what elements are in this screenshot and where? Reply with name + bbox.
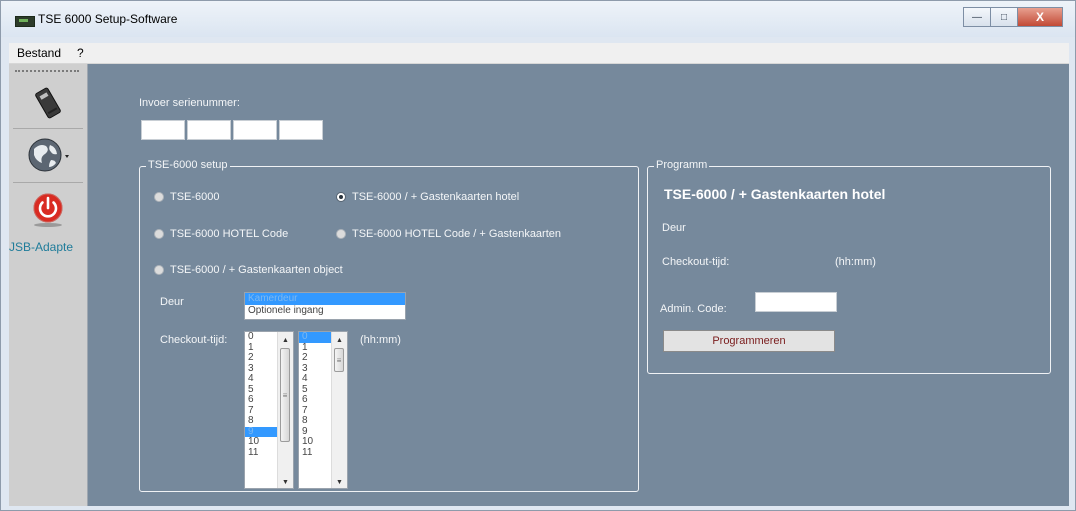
minutes-listbox[interactable]: 0 1 2 3 4 5 6 7 8 9 10 11 ▲ ≡ ▼ — [298, 331, 348, 489]
scroll-down-icon[interactable]: ▼ — [332, 476, 347, 488]
radio-indicator — [154, 229, 164, 239]
serial-field-2[interactable] — [187, 120, 231, 140]
serial-label: Invoer serienummer: — [139, 97, 240, 109]
radio-label: TSE-6000 HOTEL Code / + Gastenkaarten — [352, 228, 562, 240]
language-button[interactable] — [11, 132, 85, 178]
radio-indicator — [154, 265, 164, 275]
list-item[interactable]: Kamerdeur — [245, 293, 405, 305]
radio-label: TSE-6000 HOTEL Code — [170, 228, 289, 240]
radio-label: TSE-6000 — [170, 191, 220, 203]
client-area: JSB-Adapte Invoer serienummer: TSE-6000 … — [9, 64, 1069, 506]
tse-device-icon — [35, 87, 61, 119]
radio-tse6000-gastenkaarten-hotel[interactable]: TSE-6000 / + Gastenkaarten hotel — [336, 191, 519, 203]
window-title: TSE 6000 Setup-Software — [38, 12, 178, 26]
menu-help[interactable]: ? — [69, 46, 92, 60]
toolbar-grip[interactable] — [15, 70, 79, 72]
globe-icon — [28, 138, 69, 172]
list-item[interactable]: Optionele ingang — [245, 305, 405, 317]
toolbar-separator — [13, 182, 83, 183]
programm-checkout-unit: (hh:mm) — [835, 256, 876, 268]
checkout-unit: (hh:mm) — [360, 334, 401, 346]
scroll-thumb[interactable]: ≡ — [280, 348, 290, 442]
programmeren-button[interactable]: Programmeren — [663, 330, 835, 352]
setup-group: TSE-6000 setup TSE-6000 TSE-6000 / + Gas… — [139, 159, 639, 492]
app-icon — [15, 16, 35, 27]
hours-scrollbar[interactable]: ▲ ≡ ▼ — [277, 332, 293, 488]
checkout-label: Checkout-tijd: — [160, 334, 228, 346]
side-toolbar: JSB-Adapte — [9, 64, 88, 506]
programm-heading: TSE-6000 / + Gastenkaarten hotel — [664, 186, 886, 202]
admin-code-label: Admin. Code: — [660, 303, 727, 315]
hours-listbox[interactable]: 0 1 2 3 4 5 6 7 8 9 10 11 ▲ ≡ ▼ — [244, 331, 294, 489]
programm-group: Programm TSE-6000 / + Gastenkaarten hote… — [647, 159, 1051, 374]
scroll-up-icon[interactable]: ▲ — [278, 334, 293, 346]
minutes-scrollbar[interactable]: ▲ ≡ ▼ — [331, 332, 347, 488]
programm-deur-label: Deur — [662, 222, 686, 234]
scroll-down-icon[interactable]: ▼ — [278, 476, 293, 488]
radio-label: TSE-6000 / + Gastenkaarten hotel — [352, 191, 520, 203]
menu-bar: Bestand ? — [9, 43, 1069, 64]
tse-device-button[interactable] — [11, 82, 85, 124]
power-icon — [33, 193, 63, 227]
serial-field-1[interactable] — [141, 120, 185, 140]
programm-group-title: Programm — [654, 159, 710, 171]
deur-label: Deur — [160, 296, 184, 308]
radio-indicator — [336, 229, 346, 239]
admin-code-input[interactable] — [755, 292, 837, 312]
usb-adapter-label[interactable]: JSB-Adapte — [9, 240, 73, 254]
radio-indicator-checked — [336, 192, 346, 202]
scroll-up-icon[interactable]: ▲ — [332, 334, 347, 346]
serial-field-3[interactable] — [233, 120, 277, 140]
radio-label: TSE-6000 / + Gastenkaarten object — [170, 264, 343, 276]
app-window: TSE 6000 Setup-Software — □ X Bestand ? — [0, 0, 1076, 511]
maximize-button[interactable]: □ — [990, 7, 1017, 27]
window-controls: — □ X — [963, 7, 1063, 27]
scroll-thumb[interactable]: ≡ — [334, 348, 344, 372]
radio-tse6000-hotel-code[interactable]: TSE-6000 HOTEL Code — [154, 228, 288, 240]
programm-checkout-label: Checkout-tijd: — [662, 256, 730, 268]
toolbar-separator — [13, 128, 83, 129]
serial-field-4[interactable] — [279, 120, 323, 140]
title-bar[interactable]: TSE 6000 Setup-Software — □ X — [1, 1, 1075, 37]
radio-indicator — [154, 192, 164, 202]
radio-tse6000-hotel-code-gastenkaarten[interactable]: TSE-6000 HOTEL Code / + Gastenkaarten — [336, 228, 561, 240]
setup-group-title: TSE-6000 setup — [146, 159, 230, 171]
menu-bestand[interactable]: Bestand — [9, 46, 69, 60]
deur-listbox[interactable]: Kamerdeur Optionele ingang — [244, 292, 406, 320]
close-button[interactable]: X — [1017, 7, 1063, 27]
minimize-button[interactable]: — — [963, 7, 990, 27]
radio-tse6000[interactable]: TSE-6000 — [154, 191, 220, 203]
radio-tse6000-gastenkaarten-object[interactable]: TSE-6000 / + Gastenkaarten object — [154, 264, 343, 276]
power-button[interactable] — [11, 188, 85, 232]
